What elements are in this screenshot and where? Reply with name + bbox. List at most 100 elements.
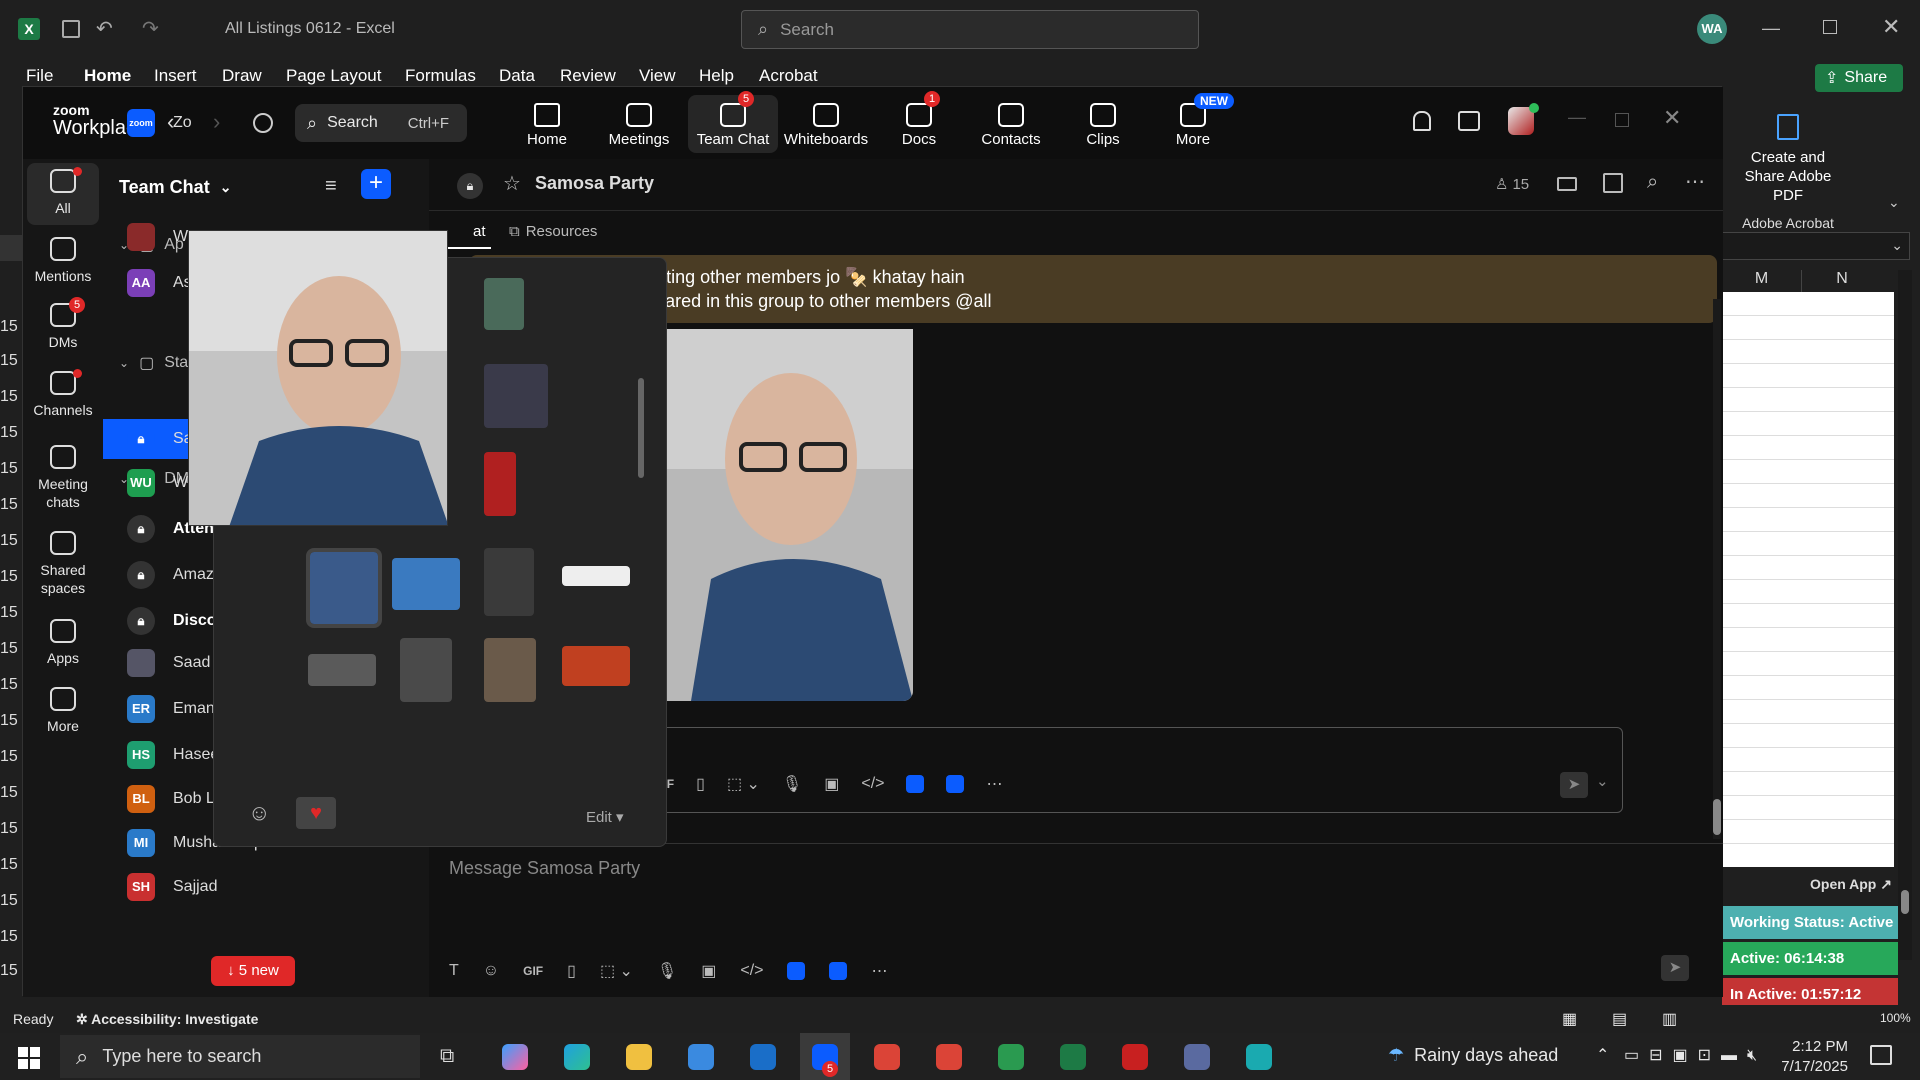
row-number[interactable]: 15 — [0, 568, 18, 586]
app-a-icon[interactable] — [787, 962, 806, 980]
zoom-percent[interactable]: 100% — [1880, 1011, 1911, 1025]
code-icon[interactable]: </> — [861, 775, 884, 793]
close-icon[interactable]: ✕ — [1882, 14, 1900, 40]
notification-icon[interactable] — [1870, 1045, 1892, 1065]
rail-shared-spaces[interactable]: Shared spaces — [23, 531, 103, 597]
image-thumbnail[interactable] — [400, 638, 452, 702]
close-icon[interactable]: ✕ — [1663, 105, 1681, 131]
tray-chevron-icon[interactable]: ⌃ — [1596, 1045, 1609, 1065]
calendar-icon[interactable] — [1603, 173, 1623, 193]
rail-dms[interactable]: DMs 5 — [23, 297, 103, 351]
search-icon[interactable]: ⌕ — [1647, 171, 1658, 194]
windows-start-icon[interactable] — [18, 1047, 40, 1069]
vertical-scrollbar[interactable] — [1898, 270, 1912, 960]
image-thumbnail[interactable] — [562, 566, 630, 586]
more-icon[interactable]: ⋯ — [986, 774, 1002, 794]
rail-all[interactable]: All — [23, 167, 103, 217]
gif-button[interactable]: GIF — [523, 964, 543, 978]
code-icon[interactable]: </> — [740, 962, 763, 980]
row-number[interactable]: 15 — [0, 352, 18, 370]
new-chat-button[interactable]: + — [361, 169, 391, 199]
send-icon[interactable]: ➤ — [1560, 772, 1588, 798]
undo-icon[interactable]: ↶ — [96, 16, 113, 41]
member-count[interactable]: ♙ 15 — [1495, 175, 1529, 194]
image-thumbnail[interactable] — [484, 548, 534, 616]
taskbar-app[interactable] — [738, 1033, 788, 1080]
tab-chat[interactable]: at — [473, 223, 486, 240]
image-thumbnail[interactable] — [392, 558, 460, 610]
tab-view[interactable]: View — [639, 66, 676, 86]
save-icon[interactable] — [62, 20, 80, 38]
file-icon[interactable]: ▯ — [567, 961, 576, 981]
section-header[interactable]: ⌄ ▢ Sta — [119, 353, 188, 373]
emoji-icon[interactable]: ☺ — [248, 800, 270, 826]
image-thumbnail[interactable] — [484, 638, 536, 702]
mic-icon[interactable]: 🎙︎ — [657, 961, 677, 981]
row-number[interactable]: 15 — [0, 856, 18, 874]
nav-meetings[interactable]: Meetings — [594, 95, 684, 153]
nav-team-chat[interactable]: Team Chat 5 — [688, 91, 778, 153]
rail-mentions[interactable]: Mentions — [23, 237, 103, 285]
screenshot-icon[interactable]: ⬚ ⌄ — [727, 774, 760, 794]
scrollbar-thumb[interactable] — [1901, 890, 1909, 914]
rail-meeting-chats[interactable]: Meeting chats — [23, 445, 103, 511]
restore-icon[interactable] — [1823, 20, 1837, 34]
formula-bar[interactable]: ⌄ — [1722, 232, 1910, 260]
row-number[interactable]: 15 — [0, 928, 18, 946]
minimize-icon[interactable]: — — [1762, 18, 1780, 39]
more-icon[interactable]: ⋯ — [871, 961, 887, 981]
open-app-link[interactable]: Open App ↗ — [1810, 876, 1892, 893]
taskbar-search[interactable]: ⌕ Type here to search — [60, 1035, 420, 1078]
nav-home[interactable]: Home — [502, 95, 592, 153]
image-thumbnail[interactable] — [308, 654, 376, 686]
row-number[interactable]: 15 — [0, 532, 18, 550]
edit-dropdown[interactable]: Edit ▾ — [586, 808, 624, 826]
row-number[interactable]: 15 — [0, 388, 18, 406]
tab-data[interactable]: Data — [499, 66, 535, 86]
minimize-icon[interactable]: — — [1568, 107, 1586, 128]
sheet-grid[interactable] — [1722, 292, 1894, 867]
app-a-icon[interactable] — [906, 775, 925, 793]
row-number[interactable]: 15 — [0, 962, 18, 980]
tab-resources[interactable]: ⧉ Resources — [509, 223, 597, 240]
nav-contacts[interactable]: Contacts — [966, 95, 1056, 153]
tab-insert[interactable]: Insert — [154, 66, 197, 86]
send-icon[interactable]: ➤ — [1661, 955, 1689, 981]
row-number[interactable]: 15 — [0, 748, 18, 766]
more-options-icon[interactable]: ⋯ — [1685, 169, 1705, 194]
tab-help[interactable]: Help — [699, 66, 734, 86]
task-view-icon[interactable]: ⧉ — [440, 1045, 454, 1068]
image-thumbnail[interactable] — [484, 278, 524, 330]
image-thumbnail[interactable] — [484, 452, 516, 516]
rail-channels[interactable]: Channels — [23, 369, 103, 419]
rail-more[interactable]: More — [23, 687, 103, 735]
row-number[interactable]: 15 — [0, 784, 18, 802]
scrollbar-thumb[interactable] — [1713, 799, 1721, 835]
filter-icon[interactable]: ≡ — [325, 175, 337, 198]
row-number[interactable]: 15 — [0, 424, 18, 442]
tray-icons[interactable]: ▭⊟▣⊡▬🔇︎ — [1624, 1045, 1767, 1065]
row-number[interactable]: 15 — [0, 712, 18, 730]
taskbar-app[interactable] — [490, 1033, 540, 1080]
taskbar-app[interactable] — [986, 1033, 1036, 1080]
row-number[interactable]: 15 — [0, 820, 18, 838]
app-b-icon[interactable] — [946, 775, 965, 793]
normal-view-icon[interactable]: ▦ — [1562, 1009, 1577, 1029]
format-text-icon[interactable]: T — [449, 962, 459, 980]
video-message-icon[interactable]: ▣ — [824, 774, 839, 794]
maximize-icon[interactable] — [1615, 113, 1629, 127]
taskbar-app[interactable] — [862, 1033, 912, 1080]
tab-page-layout[interactable]: Page Layout — [286, 66, 381, 86]
video-icon[interactable] — [1557, 177, 1577, 191]
row-number[interactable]: 15 — [0, 676, 18, 694]
popup-scrollbar[interactable] — [638, 378, 644, 478]
row-number[interactable]: 15 — [0, 460, 18, 478]
chat-scrollbar[interactable] — [1713, 299, 1721, 839]
avatar[interactable]: WA — [1697, 14, 1727, 44]
calendar-icon[interactable] — [1458, 111, 1480, 131]
chevron-down-icon[interactable]: ⌄ — [1596, 772, 1609, 790]
new-messages-pill[interactable]: ↓ 5 new — [211, 956, 295, 986]
clock[interactable]: 2:12 PM 7/17/2025 — [1780, 1037, 1848, 1077]
emoji-icon[interactable]: ☺ — [483, 962, 499, 980]
shared-photo[interactable] — [651, 329, 913, 701]
